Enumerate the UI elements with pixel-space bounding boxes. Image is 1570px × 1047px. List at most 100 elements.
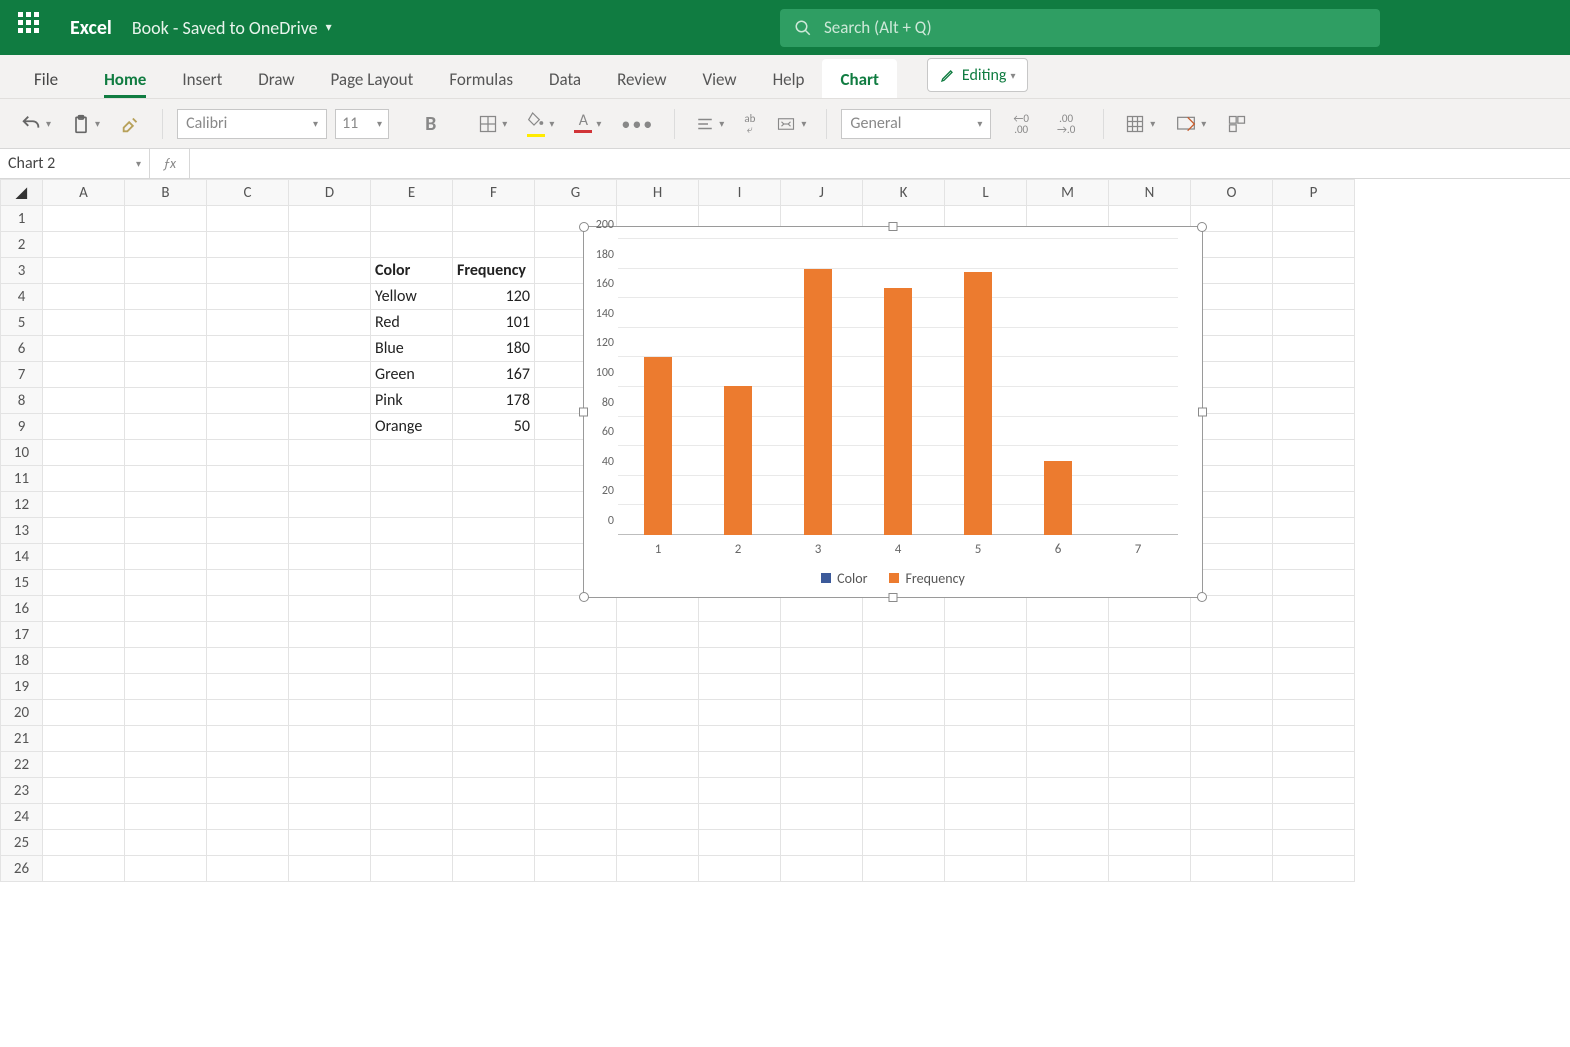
cell-F7[interactable]: 167 — [453, 362, 535, 388]
cell-C3[interactable] — [207, 258, 289, 284]
cell-F4[interactable]: 120 — [453, 284, 535, 310]
cell-C20[interactable] — [207, 700, 289, 726]
cell-K25[interactable] — [863, 830, 945, 856]
cell-I24[interactable] — [699, 804, 781, 830]
cell-A10[interactable] — [43, 440, 125, 466]
cell-B6[interactable] — [125, 336, 207, 362]
cell-P18[interactable] — [1273, 648, 1355, 674]
cell-P11[interactable] — [1273, 466, 1355, 492]
cell-K24[interactable] — [863, 804, 945, 830]
cell-M20[interactable] — [1027, 700, 1109, 726]
row-header-6[interactable]: 6 — [1, 336, 43, 362]
cell-A25[interactable] — [43, 830, 125, 856]
cell-E23[interactable] — [371, 778, 453, 804]
cell-C9[interactable] — [207, 414, 289, 440]
col-header-N[interactable]: N — [1109, 180, 1191, 206]
cell-D17[interactable] — [289, 622, 371, 648]
cell-P24[interactable] — [1273, 804, 1355, 830]
cell-I22[interactable] — [699, 752, 781, 778]
cell-F20[interactable] — [453, 700, 535, 726]
tab-home[interactable]: Home — [86, 59, 164, 98]
cell-A4[interactable] — [43, 284, 125, 310]
row-header-23[interactable]: 23 — [1, 778, 43, 804]
cell-P1[interactable] — [1273, 206, 1355, 232]
cell-G22[interactable] — [535, 752, 617, 778]
chart-bar[interactable] — [1044, 461, 1072, 535]
cell-L25[interactable] — [945, 830, 1027, 856]
cell-B9[interactable] — [125, 414, 207, 440]
cell-P16[interactable] — [1273, 596, 1355, 622]
cell-E2[interactable] — [371, 232, 453, 258]
cell-N24[interactable] — [1109, 804, 1191, 830]
cell-N26[interactable] — [1109, 856, 1191, 882]
cell-A9[interactable] — [43, 414, 125, 440]
cell-N18[interactable] — [1109, 648, 1191, 674]
tab-formulas[interactable]: Formulas — [431, 59, 531, 98]
font-color-button[interactable]: A ▾ — [568, 110, 607, 137]
number-format-select[interactable]: General ▾ — [841, 109, 991, 139]
col-header-O[interactable]: O — [1191, 180, 1273, 206]
font-size-select[interactable]: 11 ▾ — [335, 109, 389, 139]
cell-H21[interactable] — [617, 726, 699, 752]
resize-handle-se[interactable] — [1197, 592, 1207, 602]
cell-E26[interactable] — [371, 856, 453, 882]
cell-P20[interactable] — [1273, 700, 1355, 726]
cell-N23[interactable] — [1109, 778, 1191, 804]
cell-D21[interactable] — [289, 726, 371, 752]
cell-F14[interactable] — [453, 544, 535, 570]
cell-N17[interactable] — [1109, 622, 1191, 648]
cell-N20[interactable] — [1109, 700, 1191, 726]
cell-F16[interactable] — [453, 596, 535, 622]
cell-L19[interactable] — [945, 674, 1027, 700]
cell-J23[interactable] — [781, 778, 863, 804]
row-header-1[interactable]: 1 — [1, 206, 43, 232]
resize-handle-s[interactable] — [889, 593, 898, 602]
cell-G16[interactable] — [535, 596, 617, 622]
cell-E8[interactable]: Pink — [371, 388, 453, 414]
row-header-22[interactable]: 22 — [1, 752, 43, 778]
cell-D1[interactable] — [289, 206, 371, 232]
cell-F1[interactable] — [453, 206, 535, 232]
cell-M25[interactable] — [1027, 830, 1109, 856]
chart-legend[interactable]: Color Frequency — [584, 570, 1202, 587]
insert-cells-button[interactable] — [1220, 110, 1254, 138]
row-header-25[interactable]: 25 — [1, 830, 43, 856]
cell-P14[interactable] — [1273, 544, 1355, 570]
cell-P13[interactable] — [1273, 518, 1355, 544]
cell-A11[interactable] — [43, 466, 125, 492]
row-header-3[interactable]: 3 — [1, 258, 43, 284]
cell-J20[interactable] — [781, 700, 863, 726]
resize-handle-e[interactable] — [1198, 408, 1207, 417]
paste-button[interactable]: ▾ — [65, 109, 106, 139]
cell-L18[interactable] — [945, 648, 1027, 674]
more-font-button[interactable]: ••• — [615, 109, 660, 139]
col-header-K[interactable]: K — [863, 180, 945, 206]
cell-M26[interactable] — [1027, 856, 1109, 882]
cell-B11[interactable] — [125, 466, 207, 492]
spreadsheet-grid[interactable]: ◢ABCDEFGHIJKLMNOP123ColorFrequency4Yello… — [0, 179, 1570, 1047]
row-header-14[interactable]: 14 — [1, 544, 43, 570]
cell-J25[interactable] — [781, 830, 863, 856]
merge-button[interactable]: ▾ — [769, 111, 812, 137]
tab-view[interactable]: View — [685, 59, 755, 98]
cell-I23[interactable] — [699, 778, 781, 804]
cell-F21[interactable] — [453, 726, 535, 752]
cell-E20[interactable] — [371, 700, 453, 726]
cell-D19[interactable] — [289, 674, 371, 700]
cell-I20[interactable] — [699, 700, 781, 726]
cell-D5[interactable] — [289, 310, 371, 336]
cell-I25[interactable] — [699, 830, 781, 856]
cell-E10[interactable] — [371, 440, 453, 466]
conditional-formatting-button[interactable]: ▾ — [1118, 110, 1161, 138]
cell-F3[interactable]: Frequency — [453, 258, 535, 284]
cell-F15[interactable] — [453, 570, 535, 596]
cell-P25[interactable] — [1273, 830, 1355, 856]
cell-B2[interactable] — [125, 232, 207, 258]
cell-B18[interactable] — [125, 648, 207, 674]
cell-E17[interactable] — [371, 622, 453, 648]
cell-A5[interactable] — [43, 310, 125, 336]
cell-L26[interactable] — [945, 856, 1027, 882]
cell-C10[interactable] — [207, 440, 289, 466]
cell-A8[interactable] — [43, 388, 125, 414]
cell-L23[interactable] — [945, 778, 1027, 804]
